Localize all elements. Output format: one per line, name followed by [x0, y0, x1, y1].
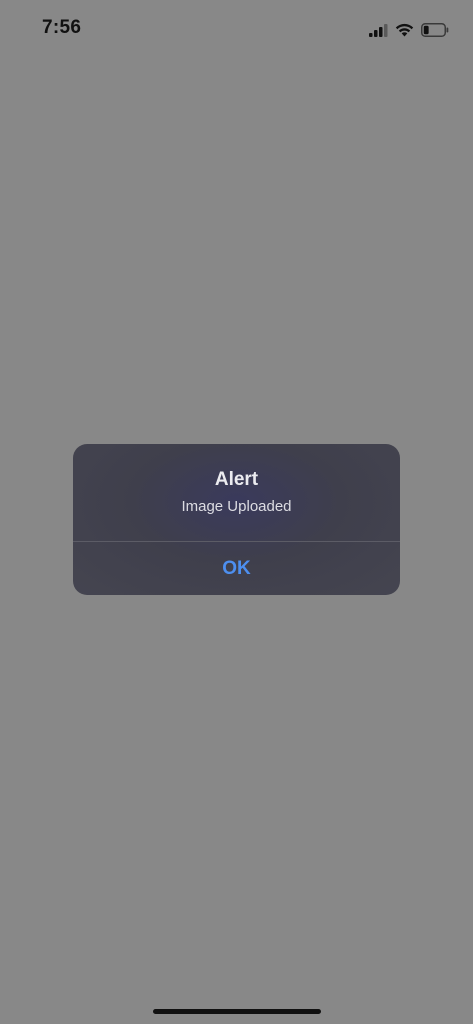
- wifi-icon: [395, 23, 414, 37]
- home-indicator[interactable]: [153, 1009, 321, 1014]
- alert-title: Alert: [214, 469, 259, 490]
- status-time: 7:56: [42, 17, 82, 38]
- status-bar: 7:56: [0, 0, 473, 60]
- ok-button[interactable]: OK: [73, 542, 400, 595]
- status-icons: [369, 21, 449, 39]
- battery-icon: [421, 23, 449, 37]
- alert-message: Image Uploaded: [181, 498, 292, 515]
- alert-dialog: Alert Image Uploaded OK: [73, 444, 400, 595]
- cellular-signal-icon: [369, 23, 388, 37]
